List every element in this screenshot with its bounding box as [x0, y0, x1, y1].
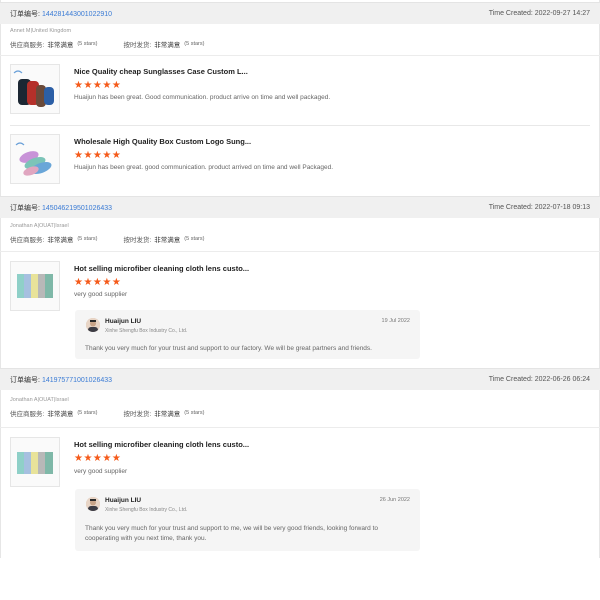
on-time-delivery-value: 非常满意	[154, 42, 181, 49]
buyer-info: Jonathan A|OUAT|Israel	[10, 397, 69, 403]
order-number: 订单编号: 145046219501026433	[10, 203, 112, 213]
reply-date: 26 Jun 2022	[379, 497, 410, 503]
product-review: Nice Quality cheap Sunglasses Case Custo…	[10, 64, 590, 119]
product-review: Hot selling microfiber cleaning cloth le…	[10, 437, 590, 491]
order-card: 订单编号: 144281443001022910 Time Created: 20…	[0, 2, 600, 24]
product-thumbnail-icon[interactable]	[10, 437, 60, 487]
order-number-label: 订单编号:	[10, 376, 40, 384]
order-number: 订单编号: 144281443001022910	[10, 9, 112, 19]
star-rating: ★★★★★	[74, 453, 122, 464]
product-title[interactable]: Wholesale High Quality Box Custom Logo S…	[74, 137, 251, 146]
divider	[0, 251, 600, 252]
reply-message-line: Thank you very much for your trust and s…	[85, 525, 378, 532]
reply-message: Thank you very much for your trust and s…	[85, 345, 372, 352]
review-text: very good supplier	[74, 468, 128, 475]
on-time-delivery-value: 非常满意	[154, 237, 181, 244]
on-time-delivery-stars: (5 stars)	[184, 236, 205, 242]
supplier-service-label: 供应商服务:	[10, 411, 45, 418]
order-header: 订单编号: 144281443001022910 Time Created: 20…	[0, 2, 600, 24]
on-time-delivery-label: 按时发货:	[123, 411, 152, 418]
star-rating: ★★★★★	[74, 150, 122, 161]
supplier-service-label: 供应商服务:	[10, 237, 45, 244]
avatar-icon	[86, 497, 100, 511]
buyer-info: Jonathan A|OUAT|Israel	[10, 223, 69, 229]
on-time-delivery-label: 按时发货:	[123, 237, 152, 244]
supplier-service-stars: (5 stars)	[77, 410, 98, 416]
product-review: Wholesale High Quality Box Custom Logo S…	[10, 134, 590, 189]
review-text: Huaijun has been great. Good communicati…	[74, 94, 331, 101]
order-border-left	[0, 0, 1, 196]
ratings-row: 供应商服务: 非常满意 (5 stars) 按时发货: 非常满意 (5 star…	[10, 39, 204, 49]
supplier-service-value: 非常满意	[47, 42, 74, 49]
order-border-left	[0, 368, 1, 558]
supplier-service-stars: (5 stars)	[77, 236, 98, 242]
supplier-service-value: 非常满意	[47, 237, 74, 244]
supplier-reply: Huaijun LIU Xinhe Shengfu Box Industry C…	[75, 310, 420, 359]
supplier-reply: Huaijun LIU Xinhe Shengfu Box Industry C…	[75, 489, 420, 551]
avatar-icon	[86, 318, 100, 332]
reply-company: Xinhe Shengfu Box Industry Co., Ltd.	[105, 328, 188, 334]
order-card: 订单编号: 141975771001026433 Time Created: 20…	[0, 368, 600, 390]
ratings-row: 供应商服务: 非常满意 (5 stars) 按时发货: 非常满意 (5 star…	[10, 408, 204, 418]
supplier-service-value: 非常满意	[47, 411, 74, 418]
order-number-label: 订单编号:	[10, 10, 40, 18]
time-created: Time Created: 2022-09-27 14:27	[488, 10, 590, 17]
product-title[interactable]: Hot selling microfiber cleaning cloth le…	[74, 264, 249, 273]
order-number-link[interactable]: 144281443001022910	[42, 11, 112, 18]
on-time-delivery-value: 非常满意	[154, 411, 181, 418]
review-text: very good supplier	[74, 291, 128, 298]
ratings-row: 供应商服务: 非常满意 (5 stars) 按时发货: 非常满意 (5 star…	[10, 234, 204, 244]
order-number-label: 订单编号:	[10, 204, 40, 212]
order-border-left	[0, 196, 1, 368]
reply-author-name: Huaijun LIU	[105, 497, 142, 504]
product-title[interactable]: Hot selling microfiber cleaning cloth le…	[74, 440, 249, 449]
on-time-delivery-stars: (5 stars)	[184, 410, 205, 416]
supplier-service-stars: (5 stars)	[77, 41, 98, 47]
product-thumbnail-icon[interactable]	[10, 261, 60, 311]
order-number-link[interactable]: 141975771001026433	[42, 377, 112, 384]
buyer-info: Annet M|United Kingdom	[10, 28, 72, 34]
reply-message-line: cooperating with you next time, thank yo…	[85, 535, 207, 542]
product-review: Hot selling microfiber cleaning cloth le…	[10, 261, 590, 313]
time-created: Time Created: 2022-06-26 06:24	[488, 376, 590, 383]
order-card: 订单编号: 145046219501026433 Time Created: 20…	[0, 196, 600, 218]
divider	[0, 427, 600, 428]
reply-date: 19 Jul 2022	[381, 318, 410, 324]
divider	[0, 55, 600, 56]
product-title[interactable]: Nice Quality cheap Sunglasses Case Custo…	[74, 67, 248, 76]
time-created: Time Created: 2022-07-18 09:13	[488, 204, 590, 211]
on-time-delivery-stars: (5 stars)	[184, 41, 205, 47]
order-number-link[interactable]: 145046219501026433	[42, 205, 112, 212]
order-header: 订单编号: 145046219501026433 Time Created: 20…	[0, 196, 600, 218]
order-number: 订单编号: 141975771001026433	[10, 375, 112, 385]
supplier-service-label: 供应商服务:	[10, 42, 45, 49]
product-thumbnail-icon[interactable]	[10, 64, 60, 114]
star-rating: ★★★★★	[74, 277, 122, 288]
order-header: 订单编号: 141975771001026433 Time Created: 20…	[0, 368, 600, 390]
star-rating: ★★★★★	[74, 80, 122, 91]
product-thumbnail-icon[interactable]	[10, 134, 60, 184]
product-separator	[10, 125, 590, 126]
on-time-delivery-label: 按时发货:	[123, 42, 152, 49]
review-text: Huaijun has been great. good communicati…	[74, 164, 334, 171]
reply-company: Xinhe Shengfu Box Industry Co., Ltd.	[105, 507, 188, 513]
reply-author-name: Huaijun LIU	[105, 318, 142, 325]
